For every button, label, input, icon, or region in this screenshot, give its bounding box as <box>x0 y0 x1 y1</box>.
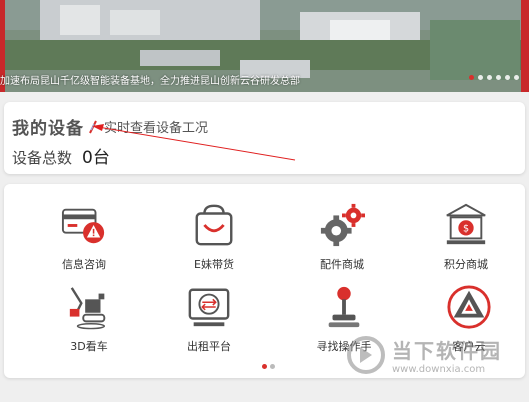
banner-dot[interactable] <box>514 75 519 80</box>
my-devices-header: 我的设备 实时查看设备工况 <box>12 114 208 139</box>
service-label: 信息咨询 <box>62 258 106 271</box>
service-e-mei-daihuo[interactable]: E妹带货 <box>159 192 269 272</box>
service-rental-platform[interactable]: 出租平台 <box>154 274 264 354</box>
service-label: 配件商城 <box>320 258 364 271</box>
rental-screen-icon <box>188 288 230 327</box>
service-points-mall[interactable]: $ 积分商城 <box>411 192 521 272</box>
banner-carousel[interactable]: 加速布局昆山千亿级智能装备基地，全力推进昆山创新云谷研发总部 <box>0 0 529 92</box>
info-consult-icon <box>61 208 105 244</box>
device-total-value: 0台 <box>82 148 110 168</box>
shopping-bag-icon <box>195 204 233 246</box>
service-parts-mall[interactable]: 配件商城 <box>287 192 397 272</box>
service-info-consult[interactable]: 信息咨询 <box>29 192 139 272</box>
page-dot[interactable] <box>270 364 275 369</box>
triangle-logo-icon <box>447 285 491 329</box>
joystick-icon <box>328 286 360 328</box>
banner-dot[interactable] <box>478 75 483 80</box>
gears-icon <box>320 203 365 247</box>
banner-pagination <box>469 75 519 80</box>
service-label: E妹带货 <box>194 258 234 271</box>
service-label: 3D看车 <box>70 340 108 353</box>
banner-caption: 加速布局昆山千亿级智能装备基地，全力推进昆山创新云谷研发总部 <box>0 76 300 87</box>
my-devices-title: 我的设备 <box>12 119 84 139</box>
page-dot[interactable] <box>262 364 267 369</box>
watermark-logo-icon <box>347 336 385 374</box>
my-devices-card[interactable]: 我的设备 实时查看设备工况 设备总数 0台 <box>4 102 525 174</box>
banner-dot[interactable] <box>496 75 501 80</box>
my-devices-subtitle: 实时查看设备工况 <box>104 121 209 136</box>
excavator-3d-icon <box>69 287 106 330</box>
device-total-label: 设备总数 <box>12 149 73 167</box>
banner-dot[interactable] <box>487 75 492 80</box>
watermark-url: www.downxia.com <box>392 364 486 375</box>
services-pagination <box>262 364 275 369</box>
slash-icon <box>89 120 97 133</box>
watermark-text: 当下软件园 www.downxia.com <box>392 335 502 375</box>
points-bank-icon: $ <box>446 203 486 245</box>
svg-text:$: $ <box>463 224 469 235</box>
banner-dot[interactable] <box>505 75 510 80</box>
banner-dot[interactable] <box>469 75 474 80</box>
service-label: 出租平台 <box>187 340 231 353</box>
watermark-title: 当下软件园 <box>392 339 502 363</box>
device-total: 设备总数 0台 <box>12 143 110 168</box>
service-label: 积分商城 <box>444 258 488 271</box>
watermark: 当下软件园 www.downxia.com <box>346 335 502 375</box>
service-3d-view[interactable]: 3D看车 <box>34 274 144 354</box>
